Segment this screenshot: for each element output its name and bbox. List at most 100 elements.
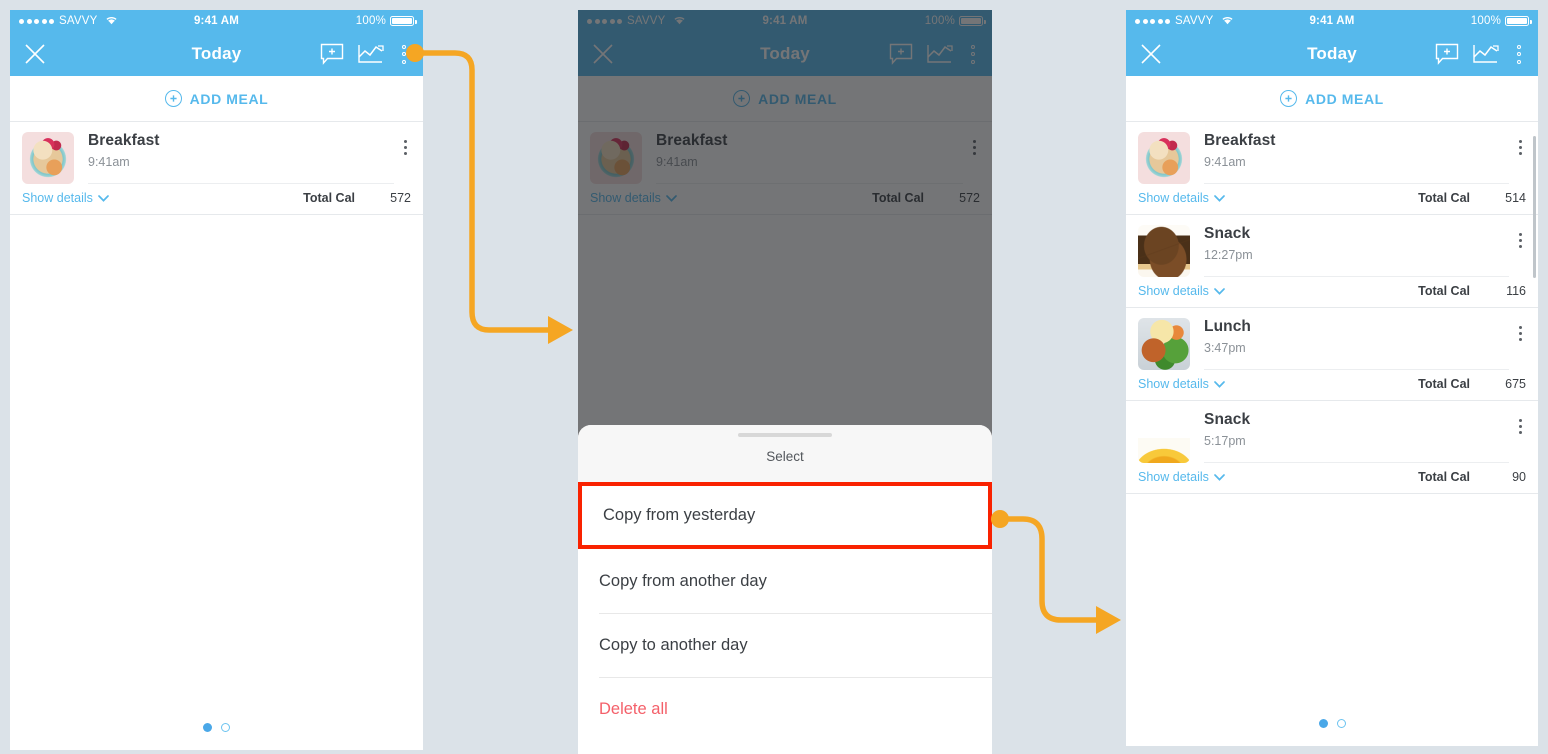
chevron-down-icon <box>1214 473 1225 481</box>
sheet-item-label: Copy from another day <box>599 571 767 590</box>
copy-from-another-day-item[interactable]: Copy from another day <box>578 549 992 613</box>
battery-icon <box>390 16 417 26</box>
battery-percent: 100% <box>355 15 386 27</box>
meal-time: 9:41am <box>1204 155 1246 169</box>
screen-before: SAVVY 9:41 AM 100% Today ADD MEAL Breakf… <box>10 10 423 750</box>
close-x-icon[interactable] <box>23 42 47 66</box>
total-cal-value: 572 <box>390 191 411 205</box>
sheet-item-label: Delete all <box>599 699 668 718</box>
chevron-down-icon <box>1214 287 1225 295</box>
meal-thumbnail <box>1138 132 1190 184</box>
total-cal-label: Total Cal <box>303 191 355 205</box>
total-cal-label: Total Cal <box>1418 377 1470 391</box>
action-sheet-title: Select <box>766 449 804 464</box>
page-dot-2[interactable] <box>221 723 230 732</box>
chart-trend-icon[interactable] <box>1473 44 1499 64</box>
carrier-label: SAVVY <box>1175 15 1214 27</box>
total-cal-label: Total Cal <box>1418 284 1470 298</box>
meal-row-menu-icon[interactable] <box>1509 132 1526 155</box>
chevron-down-icon <box>1214 380 1225 388</box>
meal-list: Breakfast 9:41am Show details Total Cal 514 S… <box>1126 122 1538 494</box>
page-dot-2[interactable] <box>1336 719 1346 728</box>
total-cal-value: 514 <box>1505 191 1526 205</box>
show-details-toggle[interactable]: Show details <box>1138 377 1225 391</box>
meal-time: 5:17pm <box>1204 434 1246 448</box>
total-cal-value: 675 <box>1505 377 1526 391</box>
page-indicator[interactable] <box>1126 719 1538 728</box>
status-bar: SAVVY 9:41 AM 100% <box>1126 10 1538 32</box>
page-indicator[interactable] <box>10 723 423 732</box>
meal-name: Breakfast <box>88 132 160 149</box>
status-bar: SAVVY 9:41 AM 100% <box>10 10 423 32</box>
meal-name: Lunch <box>1204 318 1251 335</box>
add-meal-label: ADD MEAL <box>1305 90 1384 107</box>
signal-dots-icon <box>1135 18 1170 24</box>
page-dot-1[interactable] <box>203 723 212 732</box>
meal-thumbnail <box>1138 411 1190 463</box>
screen-after: SAVVY 9:41 AM 100% Today ADD MEAL Breakf… <box>1126 10 1538 746</box>
add-meal-button[interactable]: ADD MEAL <box>10 76 423 122</box>
meal-name: Snack <box>1204 225 1251 242</box>
battery-percent: 100% <box>1470 15 1501 27</box>
show-details-label: Show details <box>1138 470 1209 484</box>
add-comment-icon[interactable] <box>320 43 344 65</box>
show-details-toggle[interactable]: Show details <box>1138 470 1225 484</box>
add-meal-button[interactable]: ADD MEAL <box>1126 76 1538 122</box>
carrier-label: SAVVY <box>59 15 98 27</box>
meal-row-menu-icon[interactable] <box>1509 318 1526 341</box>
meal-row-menu-icon[interactable] <box>394 132 411 155</box>
meal-time: 12:27pm <box>1204 248 1253 262</box>
screen-action-sheet: SAVVY 9:41 AM 100% Today <box>578 10 992 754</box>
add-meal-label: ADD MEAL <box>189 90 269 107</box>
meal-time: 3:47pm <box>1204 341 1246 355</box>
connector-copy-yesterday-to-result <box>991 510 1121 634</box>
show-details-label: Show details <box>22 191 93 205</box>
close-x-icon[interactable] <box>1139 42 1163 66</box>
meal-row[interactable]: Snack 5:17pm Show details Total Cal 90 <box>1126 401 1538 494</box>
show-details-toggle[interactable]: Show details <box>1138 284 1225 298</box>
meal-time: 9:41am <box>88 155 130 169</box>
meal-list: Breakfast 9:41am Show details Total Cal 572 <box>10 122 423 215</box>
meal-row[interactable]: Snack 12:27pm Show details Total Cal 116 <box>1126 215 1538 308</box>
delete-all-item[interactable]: Delete all <box>578 677 992 741</box>
battery-icon <box>1505 16 1532 26</box>
sheet-item-label: Copy from yesterday <box>603 506 756 524</box>
total-cal-value: 90 <box>1512 470 1526 484</box>
add-comment-icon[interactable] <box>1435 43 1459 65</box>
copy-from-yesterday-item[interactable]: Copy from yesterday <box>578 482 992 549</box>
show-details-toggle[interactable]: Show details <box>22 191 109 205</box>
chart-trend-icon[interactable] <box>358 44 384 64</box>
meal-name: Breakfast <box>1204 132 1276 149</box>
action-sheet-header: Select <box>578 425 992 482</box>
meal-thumbnail <box>22 132 74 184</box>
plus-circle-icon <box>164 90 182 107</box>
chevron-down-icon <box>98 194 109 202</box>
meal-name: Snack <box>1204 411 1251 428</box>
show-details-label: Show details <box>1138 284 1209 298</box>
plus-circle-icon <box>1280 90 1298 107</box>
meal-row-menu-icon[interactable] <box>1509 225 1526 248</box>
nav-bar: Today <box>1126 32 1538 76</box>
scrollbar[interactable] <box>1533 136 1536 278</box>
kebab-menu-icon[interactable] <box>398 43 410 66</box>
meal-thumbnail <box>1138 318 1190 370</box>
show-details-label: Show details <box>1138 377 1209 391</box>
meal-thumbnail <box>1138 225 1190 277</box>
meal-row[interactable]: Breakfast 9:41am Show details Total Cal 572 <box>10 122 423 215</box>
total-cal-value: 116 <box>1506 284 1526 298</box>
nav-bar: Today <box>10 32 423 76</box>
meal-row[interactable]: Breakfast 9:41am Show details Total Cal 514 <box>1126 122 1538 215</box>
show-details-toggle[interactable]: Show details <box>1138 191 1225 205</box>
sheet-item-label: Copy to another day <box>599 635 748 654</box>
meal-row[interactable]: Lunch 3:47pm Show details Total Cal 675 <box>1126 308 1538 401</box>
page-dot-1[interactable] <box>1318 719 1328 728</box>
action-sheet: Select Copy from yesterday Copy from ano… <box>578 425 992 754</box>
kebab-menu-icon[interactable] <box>1513 43 1525 66</box>
total-cal-label: Total Cal <box>1418 191 1470 205</box>
connector-overflow-to-sheet <box>406 44 573 344</box>
drag-handle[interactable] <box>738 433 832 437</box>
wifi-icon <box>105 15 118 28</box>
copy-to-another-day-item[interactable]: Copy to another day <box>578 613 992 677</box>
meal-row-menu-icon[interactable] <box>1509 411 1526 434</box>
show-details-label: Show details <box>1138 191 1209 205</box>
